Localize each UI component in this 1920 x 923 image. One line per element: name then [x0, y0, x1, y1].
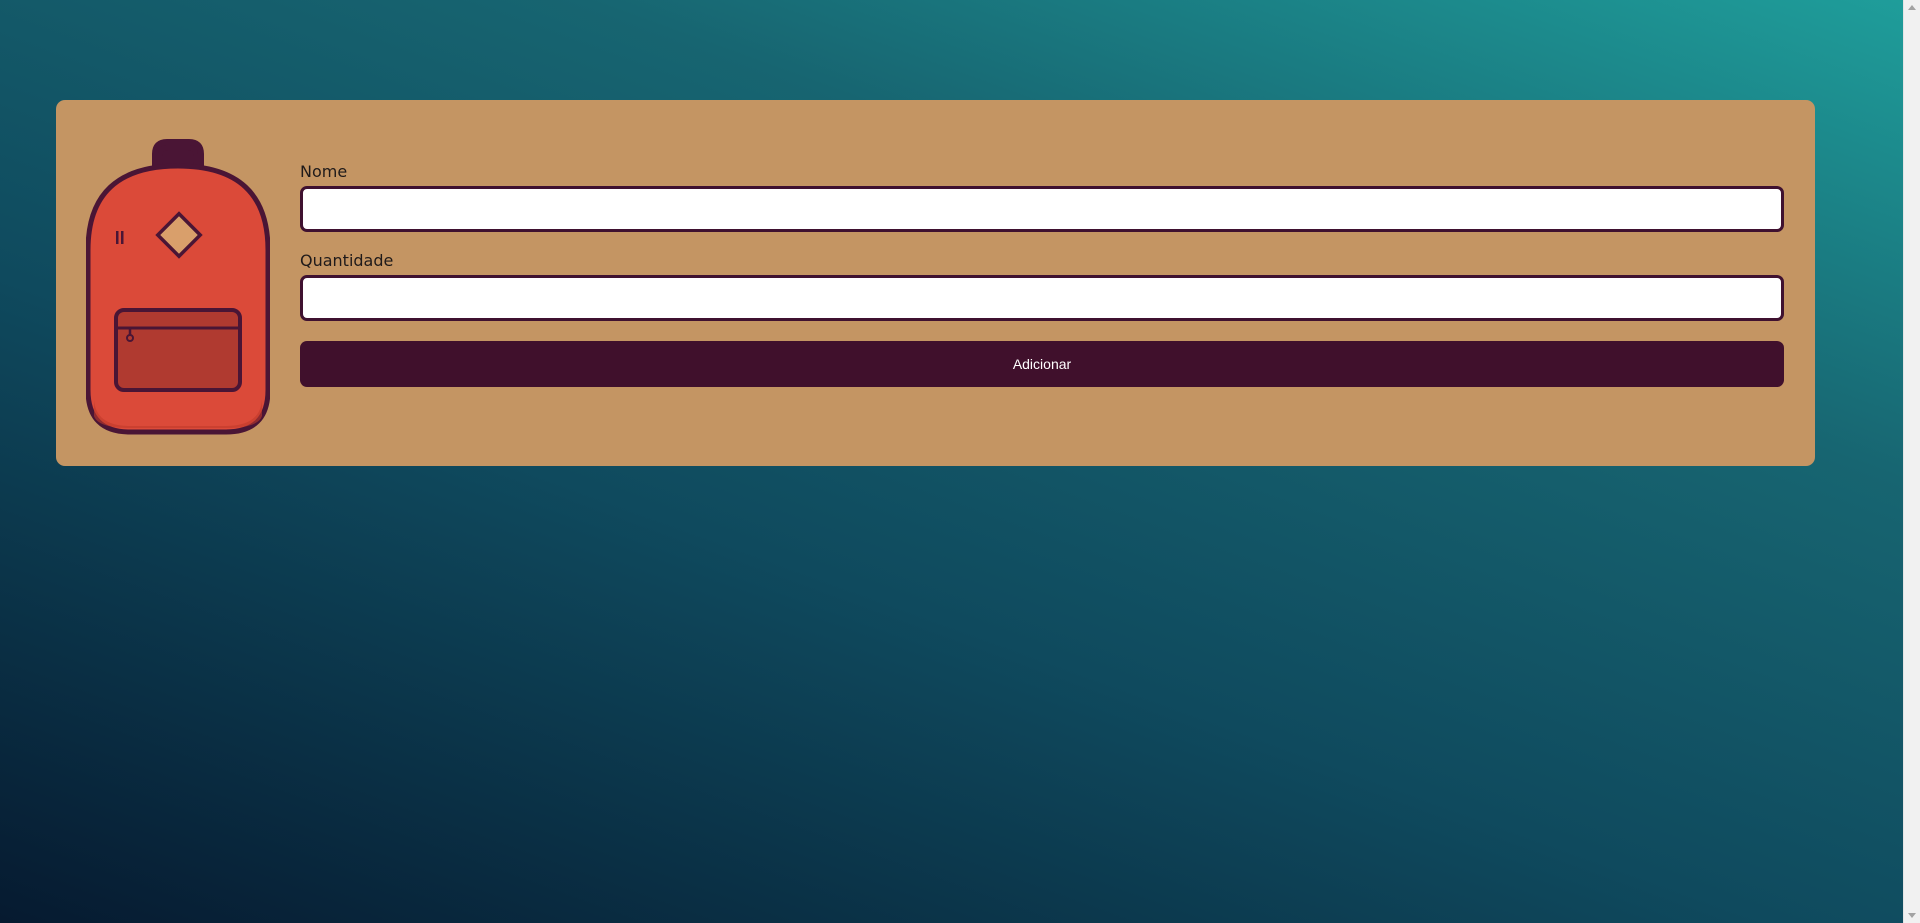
backpack-icon — [86, 139, 270, 435]
page: Nome Quantidade Adicionar — [0, 0, 1903, 923]
vertical-scrollbar[interactable] — [1903, 0, 1920, 923]
add-item-card: Nome Quantidade Adicionar — [56, 100, 1815, 466]
add-button[interactable]: Adicionar — [300, 341, 1784, 387]
quantity-label: Quantidade — [300, 251, 394, 270]
scroll-down-arrow-icon[interactable] — [1908, 913, 1916, 918]
name-label: Nome — [300, 162, 348, 181]
name-input[interactable] — [300, 186, 1784, 232]
quantity-input[interactable] — [300, 275, 1784, 321]
scroll-up-arrow-icon[interactable] — [1908, 5, 1916, 10]
name-field-group: Nome — [300, 162, 1784, 232]
quantity-field-group: Quantidade — [300, 251, 1784, 321]
add-item-form: Nome Quantidade Adicionar — [300, 162, 1784, 387]
